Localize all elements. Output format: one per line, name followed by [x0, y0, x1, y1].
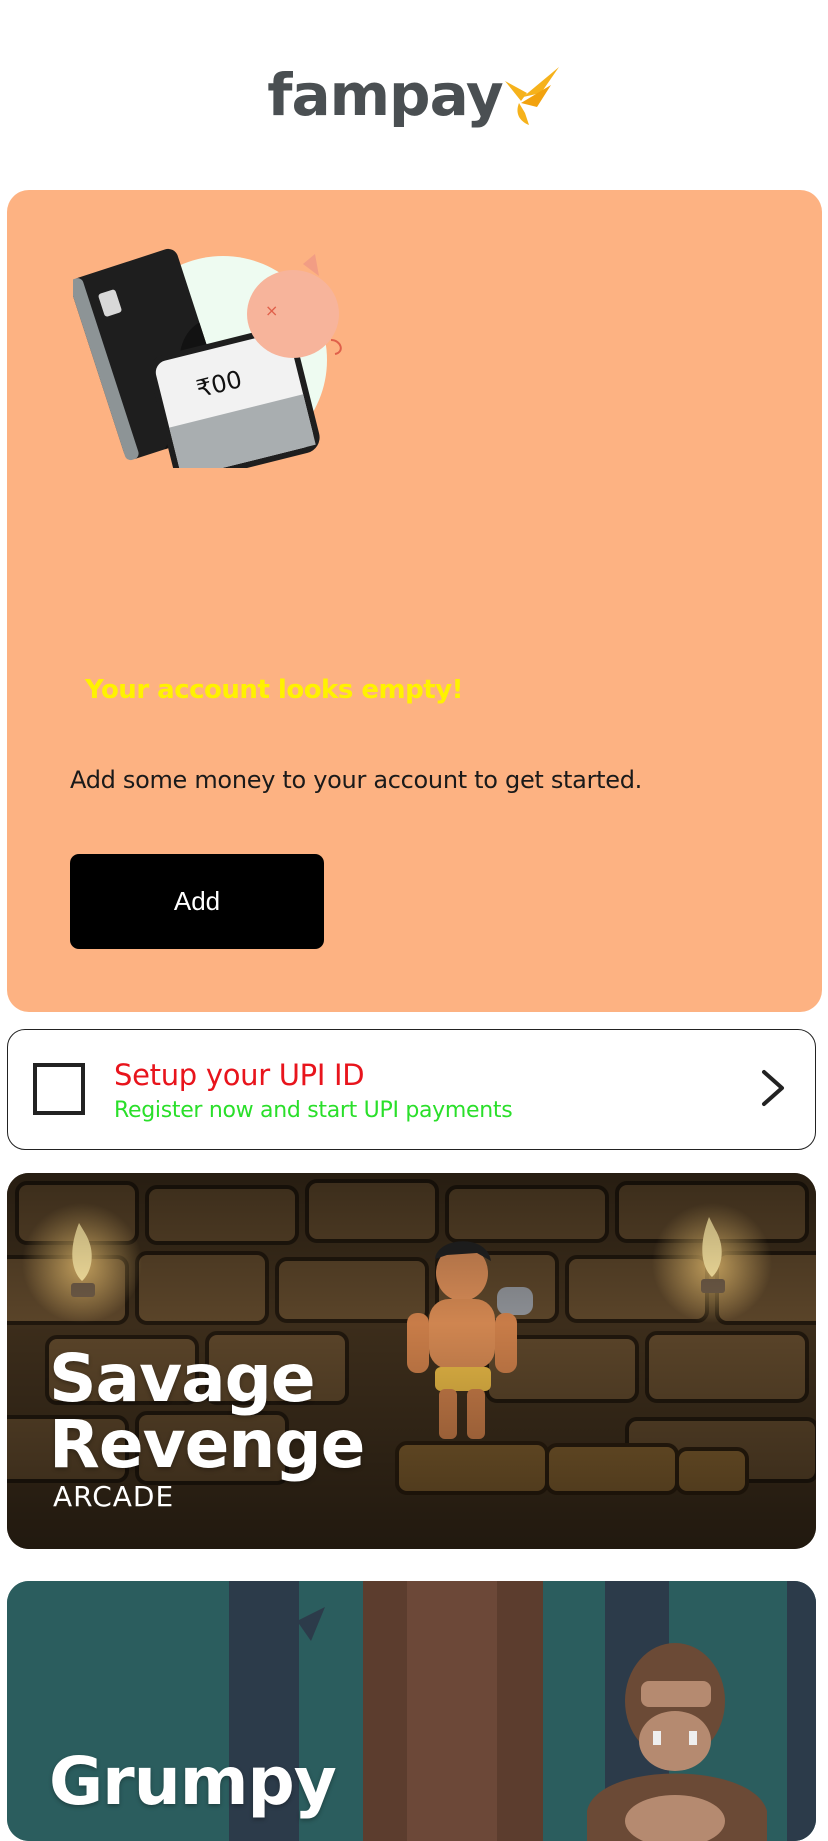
upi-title: Setup your UPI ID — [114, 1058, 365, 1092]
empty-account-title: Your account looks empty! — [85, 675, 463, 705]
empty-account-card: ₹00 × Your account looks empty! Add some… — [7, 190, 822, 1012]
game-title: Savage Revenge — [49, 1340, 365, 1483]
svg-text:×: × — [265, 301, 278, 320]
upi-subtitle: Register now and start UPI payments — [114, 1098, 513, 1123]
game-card-savage-revenge[interactable]: Savage Revenge ARCADE — [7, 1173, 816, 1549]
fampay-bird-icon — [504, 67, 559, 125]
chevron-right-icon[interactable] — [758, 1066, 788, 1110]
game-title: Grumpy — [49, 1743, 337, 1820]
game-card-grumpy[interactable]: Grumpy — [7, 1581, 816, 1841]
wallet-card-illustration: ₹00 × — [73, 246, 342, 468]
logo-text: fampay — [267, 61, 503, 129]
app-header: fampay — [0, 0, 828, 190]
add-money-button[interactable]: Add — [70, 854, 324, 949]
upi-checkbox[interactable] — [33, 1063, 85, 1115]
empty-account-description: Add some money to your account to get st… — [70, 766, 642, 794]
fampay-logo: fampay — [267, 61, 561, 129]
setup-upi-card[interactable]: Setup your UPI ID Register now and start… — [7, 1029, 816, 1150]
game-genre: ARCADE — [53, 1480, 175, 1513]
